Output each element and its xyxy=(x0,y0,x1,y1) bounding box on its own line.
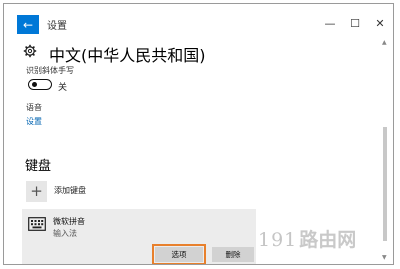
add-keyboard-label[interactable]: 添加键盘 xyxy=(54,185,86,196)
speech-label: 语音 xyxy=(26,103,42,112)
scroll-down-icon[interactable]: ▼ xyxy=(382,254,387,261)
toggle-state-label: 关 xyxy=(58,83,68,93)
installed-keyboard-item[interactable]: 微软拼音 输入法 选项 删除 xyxy=(22,209,256,264)
scroll-up-icon[interactable]: ▲ xyxy=(382,39,387,46)
back-arrow-icon: ← xyxy=(22,17,34,32)
keyboard-type: 输入法 xyxy=(53,229,77,238)
minimize-button[interactable]: — xyxy=(322,16,338,32)
watermark: 191 路由网 xyxy=(258,225,356,252)
speech-settings-link[interactable]: 设置 xyxy=(26,116,42,127)
watermark-chars: 路由网 xyxy=(299,229,357,251)
scroll-thumb[interactable] xyxy=(383,127,387,241)
plus-icon: + xyxy=(30,182,43,200)
keyboard-heading: 键盘 xyxy=(25,159,52,174)
keyboard-name: 微软拼音 xyxy=(53,217,85,226)
toggle-knob xyxy=(32,82,37,87)
watermark-digits: 191 xyxy=(258,229,298,251)
page-title: 中文(中华人民共和国) xyxy=(49,46,206,65)
remove-button[interactable]: 删除 xyxy=(212,247,254,262)
close-button[interactable]: ✕ xyxy=(372,16,388,32)
add-keyboard-button[interactable]: + xyxy=(26,181,47,202)
scrollbar[interactable]: ▲ ▼ xyxy=(382,39,388,261)
maximize-button[interactable]: ☐ xyxy=(347,16,363,32)
gear-icon xyxy=(23,44,37,58)
options-button[interactable]: 选项 xyxy=(152,244,206,264)
title-bar: ← 设置 — ☐ ✕ xyxy=(4,4,393,36)
handwriting-label: 识别斜体手写 xyxy=(26,66,74,75)
back-button[interactable]: ← xyxy=(17,15,39,34)
handwriting-toggle[interactable] xyxy=(28,79,52,90)
keyboard-icon xyxy=(28,217,46,231)
window-title: 设置 xyxy=(47,21,67,32)
